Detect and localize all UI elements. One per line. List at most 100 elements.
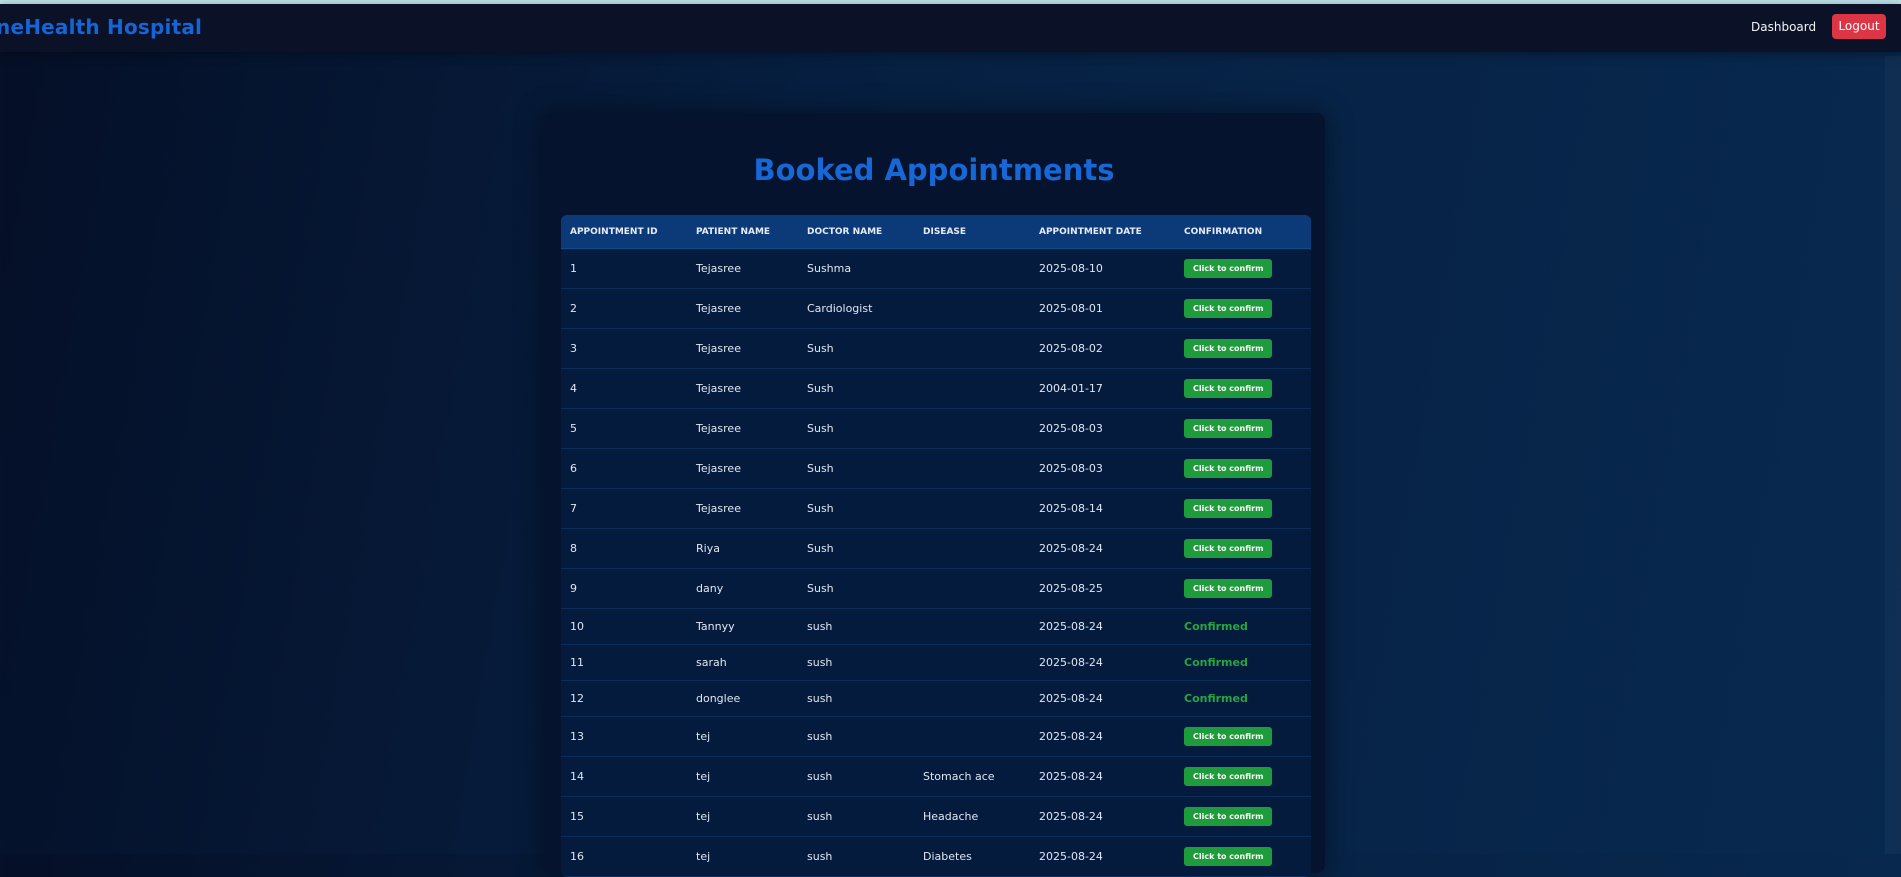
cell-confirmation: Click to confirm [1175,448,1311,489]
brand-logo[interactable]: neHealth Hospital [0,15,202,39]
table-header-row: APPOINTMENT ID PATIENT NAME DOCTOR NAME … [561,215,1311,249]
cell-appointment-id: 3 [561,328,687,369]
navbar: neHealth Hospital Dashboard Logout [0,4,1901,52]
cell-doctor-name: Sush [798,408,914,449]
confirm-button[interactable]: Click to confirm [1184,259,1273,278]
confirm-button[interactable]: Click to confirm [1184,499,1273,518]
cell-confirmation: Click to confirm [1175,368,1311,409]
cell-appointment-date: 2025-08-24 [1030,836,1175,877]
cell-patient-name: tej [687,756,798,797]
table-row: 5 Tejasree Sush 2025-08-03 Click to confirm [561,408,1311,449]
confirm-button[interactable]: Click to confirm [1184,339,1273,358]
cell-patient-name: donglee [687,680,798,717]
cell-patient-name: Tejasree [687,448,798,489]
confirm-button[interactable]: Click to confirm [1184,459,1273,478]
cell-appointment-date: 2025-08-03 [1030,408,1175,449]
cell-appointment-date: 2025-08-02 [1030,328,1175,369]
cell-appointment-id: 6 [561,448,687,489]
cell-doctor-name: sush [798,796,914,837]
table-row: 3 Tejasree Sush 2025-08-02 Click to confirm [561,328,1311,369]
confirm-button[interactable]: Click to confirm [1184,419,1273,438]
confirmed-status-text: Confirmed [1184,656,1248,669]
cell-disease [914,528,1030,569]
cell-patient-name: dany [687,568,798,609]
header-doctor-name: DOCTOR NAME [798,215,914,249]
cell-appointment-id: 1 [561,248,687,289]
cell-appointment-id: 5 [561,408,687,449]
cell-confirmation: Click to confirm [1175,488,1311,529]
cell-doctor-name: Sush [798,448,914,489]
confirm-button[interactable]: Click to confirm [1184,379,1273,398]
cell-appointment-id: 7 [561,488,687,529]
scrollbar-track[interactable] [1885,56,1901,854]
cell-doctor-name: Sush [798,368,914,409]
table-row: 14 tej sush Stomach ace 2025-08-24 Click to c… [561,756,1311,797]
cell-appointment-date: 2025-08-24 [1030,716,1175,757]
cell-appointment-date: 2025-08-24 [1030,796,1175,837]
confirm-button[interactable]: Click to confirm [1184,847,1273,866]
cell-patient-name: tej [687,836,798,877]
confirm-button[interactable]: Click to confirm [1184,579,1273,598]
cell-doctor-name: sush [798,836,914,877]
table-row: 13 tej sush 2025-08-24 Click to confirm [561,716,1311,757]
header-appointment-id: APPOINTMENT ID [561,215,687,249]
table-row: 15 tej sush Headache 2025-08-24 Click to conf… [561,796,1311,837]
confirm-button[interactable]: Click to confirm [1184,299,1273,318]
cell-doctor-name: Sush [798,528,914,569]
cell-disease [914,248,1030,289]
table-row: 8 Riya Sush 2025-08-24 Click to confirm [561,528,1311,569]
table-row: 6 Tejasree Sush 2025-08-03 Click to confirm [561,448,1311,489]
cell-confirmation: Click to confirm [1175,408,1311,449]
cell-confirmation: Click to confirm [1175,756,1311,797]
confirm-button[interactable]: Click to confirm [1184,727,1273,746]
cell-doctor-name: Sushma [798,248,914,289]
cell-appointment-id: 4 [561,368,687,409]
cell-appointment-id: 13 [561,716,687,757]
cell-patient-name: Tannyy [687,608,798,645]
header-disease: DISEASE [914,215,1030,249]
header-appointment-date: APPOINTMENT DATE [1030,215,1175,249]
page-title: Booked Appointments [753,153,1115,187]
confirm-button[interactable]: Click to confirm [1184,767,1273,786]
cell-patient-name: Tejasree [687,488,798,529]
cell-patient-name: sarah [687,644,798,681]
cell-patient-name: Tejasree [687,408,798,449]
cell-patient-name: Riya [687,528,798,569]
cell-appointment-id: 10 [561,608,687,645]
logout-button[interactable]: Logout [1832,14,1886,39]
cell-doctor-name: sush [798,644,914,681]
confirm-button[interactable]: Click to confirm [1184,807,1273,826]
cell-disease [914,608,1030,645]
cell-appointment-date: 2025-08-14 [1030,488,1175,529]
cell-disease [914,716,1030,757]
cell-appointment-id: 16 [561,836,687,877]
cell-disease: Headache [914,796,1030,837]
cell-appointment-date: 2025-08-24 [1030,644,1175,681]
cell-doctor-name: Sush [798,328,914,369]
cell-confirmation: Confirmed [1175,644,1311,681]
cell-disease [914,408,1030,449]
cell-appointment-id: 14 [561,756,687,797]
cell-disease [914,288,1030,329]
cell-doctor-name: Sush [798,488,914,529]
table-row: 12 donglee sush 2025-08-24 Confirmed [561,680,1311,717]
cell-patient-name: Tejasree [687,248,798,289]
cell-patient-name: Tejasree [687,368,798,409]
table-row: 10 Tannyy sush 2025-08-24 Confirmed [561,608,1311,645]
cell-disease [914,368,1030,409]
cell-doctor-name: sush [798,716,914,757]
cell-disease [914,488,1030,529]
confirm-button[interactable]: Click to confirm [1184,539,1273,558]
cell-disease [914,328,1030,369]
cell-appointment-date: 2025-08-24 [1030,756,1175,797]
cell-confirmation: Click to confirm [1175,716,1311,757]
cell-disease [914,644,1030,681]
cell-appointment-date: 2025-08-24 [1030,528,1175,569]
cell-confirmation: Click to confirm [1175,528,1311,569]
cell-appointment-id: 2 [561,288,687,329]
appointments-card: Booked Appointments APPOINTMENT ID PATIE… [543,113,1325,877]
cell-appointment-id: 8 [561,528,687,569]
cell-disease: Stomach ace [914,756,1030,797]
nav-dashboard-link[interactable]: Dashboard [1751,20,1816,34]
cell-confirmation: Click to confirm [1175,288,1311,329]
